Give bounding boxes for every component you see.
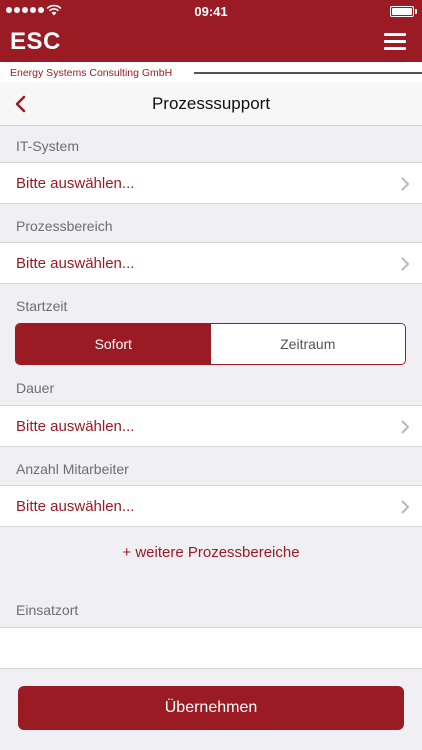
page-title: Prozesssupport	[151, 94, 271, 113]
company-divider	[194, 72, 422, 74]
duration-select[interactable]: Bitte auswählen...	[0, 405, 422, 447]
start-time-segmented-control: Sofort Zeitraum	[15, 323, 406, 365]
segment-zeitraum[interactable]: Zeitraum	[210, 324, 405, 364]
status-time: 09:41	[194, 4, 228, 19]
start-time-label: Startzeit	[16, 298, 68, 314]
company-bar: Energy Systems Consulting GmbH	[0, 62, 422, 82]
segment-sofort[interactable]: Sofort	[16, 324, 211, 364]
app-bar: ESC	[0, 22, 422, 62]
process-area-label: Prozessbereich	[16, 218, 113, 234]
battery-icon	[390, 6, 414, 17]
employee-count-select[interactable]: Bitte auswählen...	[0, 485, 422, 527]
location-field-row	[0, 627, 422, 669]
chevron-right-icon	[401, 177, 409, 191]
it-system-select[interactable]: Bitte auswählen...	[0, 162, 422, 204]
process-area-value: Bitte auswählen...	[16, 255, 135, 272]
it-system-label: IT-System	[16, 138, 80, 154]
add-process-areas-link[interactable]: + weitere Prozessbereiche	[0, 544, 422, 561]
chevron-right-icon	[401, 420, 409, 434]
employee-count-value: Bitte auswählen...	[16, 498, 135, 515]
status-bar: 09:41	[0, 0, 422, 22]
chevron-right-icon	[401, 500, 409, 514]
location-input[interactable]	[0, 628, 422, 668]
duration-value: Bitte auswählen...	[16, 418, 135, 435]
duration-label: Dauer	[16, 380, 55, 396]
location-label: Einsatzort	[16, 602, 79, 618]
chevron-right-icon	[401, 257, 409, 271]
it-system-value: Bitte auswählen...	[16, 175, 135, 192]
company-name: Energy Systems Consulting GmbH	[10, 67, 173, 79]
submit-button[interactable]: Übernehmen	[18, 686, 404, 730]
battery-tip	[415, 9, 417, 14]
hamburger-menu-icon[interactable]	[384, 33, 406, 51]
navigation-bar: Prozesssupport	[0, 82, 422, 126]
app-logo: ESC	[10, 28, 61, 55]
employee-count-label: Anzahl Mitarbeiter	[16, 461, 129, 477]
process-area-select[interactable]: Bitte auswählen...	[0, 242, 422, 284]
